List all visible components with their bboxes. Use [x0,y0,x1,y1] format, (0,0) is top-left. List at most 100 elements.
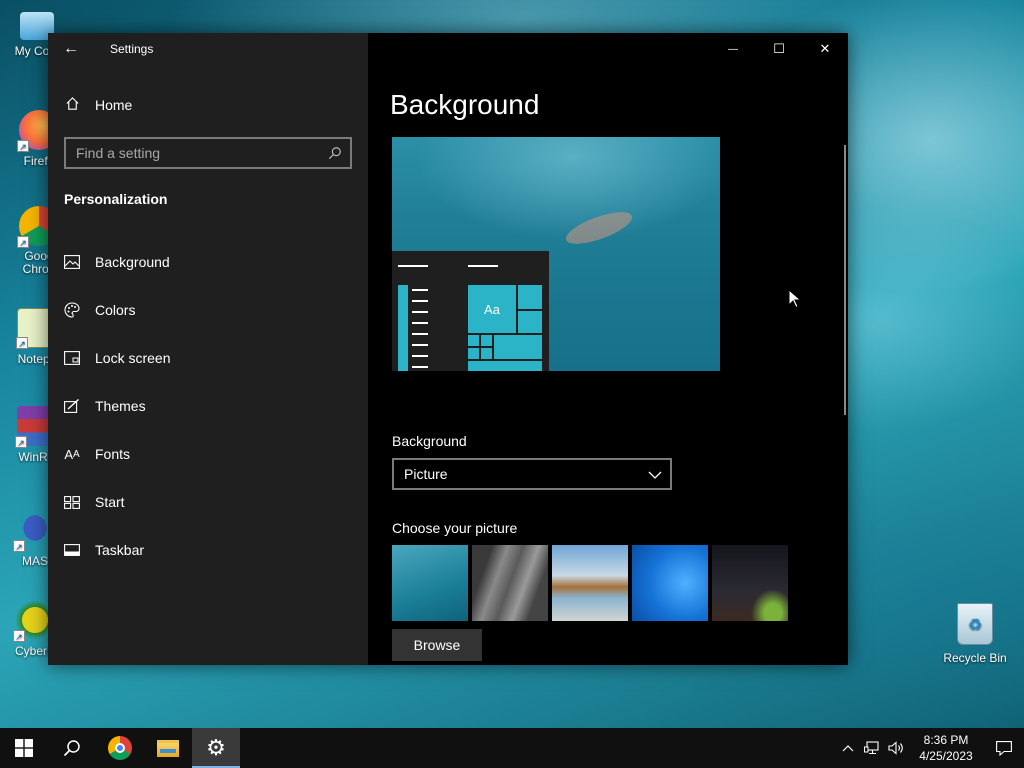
page-title: Background [390,89,540,120]
nav-list: Background Colors Lock screen Themes A A… [48,238,368,574]
picture-thumbnail-beach[interactable] [552,545,628,621]
preview-diver-image [562,205,636,251]
sidebar-item-fonts[interactable]: AA Fonts [48,430,368,478]
taskbar-icon [64,542,80,558]
background-dropdown-value: Picture [404,466,448,482]
sidebar-item-themes[interactable]: Themes [48,382,368,430]
search-box[interactable] [64,137,352,169]
maximize-icon: ☐ [773,41,785,56]
clock-time: 8:36 PM [923,733,969,747]
sidebar-item-label: Fonts [95,446,131,462]
picture-thumbnail-rock[interactable] [472,545,548,621]
file-explorer-icon [157,739,179,757]
sidebar-item-background[interactable]: Background [48,238,368,286]
sidebar-item-home[interactable]: Home [48,85,368,125]
home-label: Home [95,97,133,113]
sidebar-item-label: Lock screen [95,350,171,366]
minimize-button[interactable]: — [710,33,756,65]
taskbar-settings-button[interactable]: ⚙ [192,728,240,768]
close-button[interactable]: ✕ [802,33,848,65]
preview-menu-line [412,322,428,324]
back-button[interactable]: ← [48,33,94,65]
background-dropdown[interactable]: Picture [392,458,672,490]
volume-button[interactable] [884,728,908,768]
preview-tile [468,361,542,371]
system-tray: 8:36 PM 4/25/2023 [836,728,1024,768]
preview-menu-line [412,344,428,346]
scrollbar[interactable] [844,145,846,415]
preview-tile [518,285,542,309]
preview-tile [468,335,479,346]
clock[interactable]: 8:36 PM 4/25/2023 [908,732,984,764]
sidebar-item-colors[interactable]: Colors [48,286,368,334]
shortcut-arrow-icon: ↗ [15,436,27,448]
sidebar-item-lock-screen[interactable]: Lock screen [48,334,368,382]
home-icon [64,96,80,115]
mouse-cursor-icon [788,289,802,309]
settings-window: ← Settings Home Personalization Backgrou… [48,33,848,665]
chevron-up-icon [842,744,854,751]
taskbar-file-explorer-button[interactable] [144,728,192,768]
browse-button[interactable]: Browse [392,629,482,661]
preview-tile [518,311,542,333]
background-label: Background [392,433,467,449]
themes-icon [64,398,80,414]
picture-thumbnail-windows[interactable] [632,545,708,621]
preview-start-menu: Aa [392,251,549,371]
picture-thumbnails [392,545,788,621]
preview-menu-line [412,333,428,335]
settings-gear-icon: ⚙ [206,735,226,760]
recycle-bin-label: Recycle Bin [943,651,1007,665]
window-title: Settings [110,42,154,56]
sidebar-item-taskbar[interactable]: Taskbar [48,526,368,574]
clock-date: 4/25/2023 [919,749,973,763]
picture-thumbnail-underwater[interactable] [392,545,468,621]
preview-menu-line [398,265,428,267]
sidebar-item-label: Colors [95,302,136,318]
sidebar-item-label: Start [95,494,125,510]
preview-menu-line [412,300,428,302]
start-button[interactable] [0,728,48,768]
sidebar-item-start[interactable]: Start [48,478,368,526]
notification-icon [996,740,1012,756]
taskbar-chrome-button[interactable] [96,728,144,768]
sidebar-item-label: Themes [95,398,146,414]
preview-tile-large: Aa [468,285,516,333]
picture-thumbnail-night-sky[interactable] [712,545,788,621]
maximize-button[interactable]: ☐ [756,33,802,65]
taskbar-search-button[interactable] [48,728,96,768]
search-icon[interactable] [328,146,342,160]
lock-screen-icon [64,350,80,366]
preview-tile-text: Aa [484,301,500,317]
sidebar: ← Settings Home Personalization Backgrou… [48,33,368,665]
network-button[interactable] [860,728,884,768]
minimize-icon: — [728,43,738,55]
preview-menu-line [412,311,428,313]
window-controls: — ☐ ✕ [368,33,848,65]
sidebar-item-label: Taskbar [95,542,145,558]
preview-tile [494,335,542,359]
fonts-icon: AA [64,446,80,462]
recycle-bin-icon: ♻ [957,603,993,645]
start-icon [64,494,80,510]
windows-logo-icon [15,739,33,757]
action-center-button[interactable] [984,728,1024,768]
title-bar[interactable]: ← Settings [48,33,368,65]
shortcut-arrow-icon: ↗ [17,140,29,152]
palette-icon [64,302,80,318]
shortcut-arrow-icon: ↗ [16,337,28,349]
network-icon [864,741,879,755]
section-title: Personalization [64,191,168,207]
preview-menu-line [412,366,428,368]
close-icon: ✕ [819,41,831,56]
search-input[interactable] [76,145,328,161]
speaker-icon [888,741,903,755]
show-hidden-icons-button[interactable] [836,728,860,768]
chevron-down-icon [648,466,662,482]
preview-app-list [398,285,408,371]
back-arrow-icon: ← [63,40,79,57]
desktop-icon-recycle-bin[interactable]: ♻ Recycle Bin [940,603,1010,665]
taskbar: ⚙ 8:36 PM 4/25/2023 [0,728,1024,768]
preview-tile [468,348,479,359]
picture-icon [64,254,80,270]
